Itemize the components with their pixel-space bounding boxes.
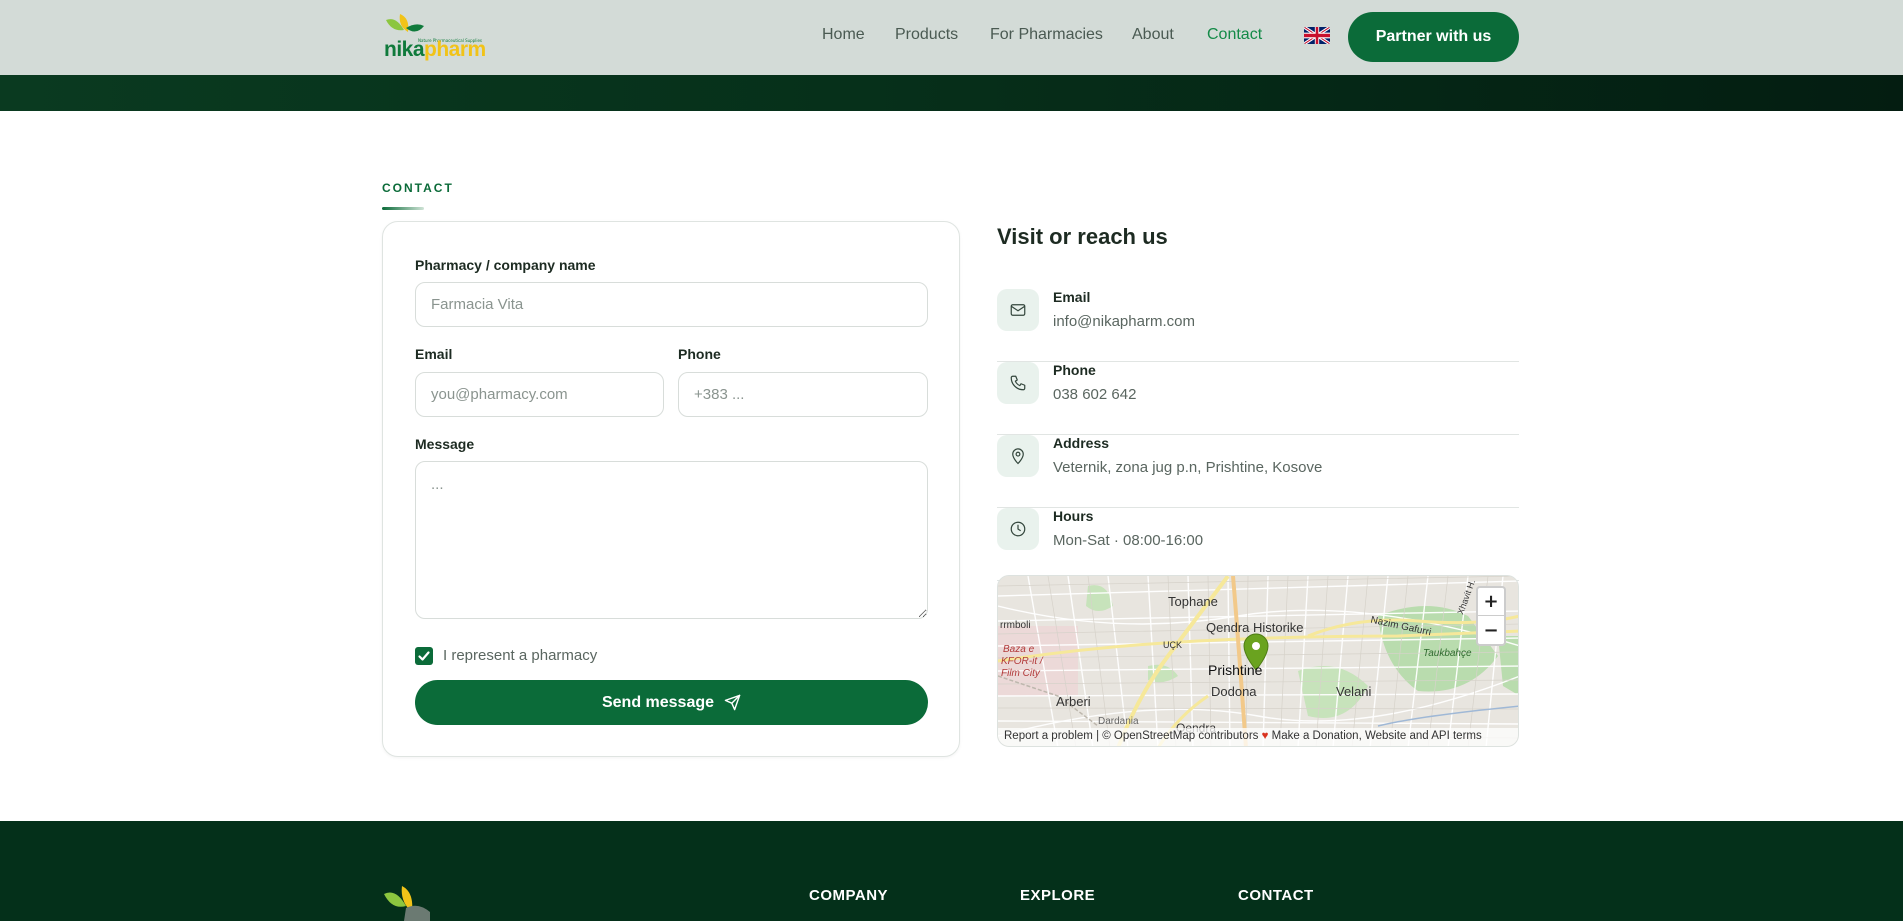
message-textarea[interactable] (415, 461, 928, 619)
checkmark-icon (418, 651, 430, 661)
map-label-kfor: KFOR-it / (1001, 656, 1043, 667)
map-label-taukbahce: Taukbahçe (1423, 648, 1472, 659)
footer-heading-explore: EXPLORE (1020, 887, 1096, 904)
map-label-qendra-historike: Qendra Historike (1206, 620, 1304, 635)
osm-contributors-link[interactable]: © OpenStreetMap contributors (1102, 730, 1258, 742)
company-name-label: Pharmacy / company name (415, 257, 596, 273)
map-label-prishtine: Prishtine (1208, 662, 1263, 678)
map-label-velani: Velani (1336, 684, 1372, 699)
email-input[interactable] (415, 372, 664, 417)
info-value-phone[interactable]: 038 602 642 (1053, 386, 1136, 403)
info-row-email: Email info@nikapharm.com (997, 289, 1519, 362)
send-message-label: Send message (601, 693, 715, 711)
site-footer (0, 821, 1903, 921)
uk-flag-icon[interactable] (1304, 27, 1330, 44)
contact-info-title: Visit or reach us (997, 224, 1168, 249)
pharmacy-checkbox[interactable] (415, 647, 433, 665)
zoom-in-button[interactable]: + (1478, 588, 1504, 616)
map-zoom-controls: + − (1476, 586, 1506, 646)
logo-wordmark: nikapharm (384, 38, 486, 62)
map-label-arberi: Arberi (1056, 694, 1091, 709)
info-label-phone: Phone (1053, 362, 1096, 378)
company-name-input[interactable] (415, 282, 928, 327)
info-value-hours: Mon-Sat · 08:00-16:00 (1053, 532, 1204, 549)
heart-icon: ♥ (1261, 730, 1269, 742)
map-label-baza: Baza e (1003, 644, 1035, 655)
nav-for-pharmacies[interactable]: For Pharmacies (990, 26, 1103, 48)
eyebrow-underline (382, 207, 424, 210)
map-label-film-city: Film City (1001, 668, 1040, 679)
footer-leaf-logo-icon[interactable] (382, 882, 442, 921)
info-label-hours: Hours (1053, 508, 1094, 524)
partner-button[interactable]: Partner with us (1348, 12, 1519, 62)
pharmacy-checkbox-label[interactable]: I represent a pharmacy (443, 647, 597, 664)
info-label-email: Email (1053, 289, 1091, 305)
nav-products[interactable]: Products (895, 26, 958, 48)
nav-contact[interactable]: Contact (1207, 26, 1262, 48)
map-label-uck: UÇK (1163, 640, 1183, 650)
map-label-rrmboli: rrmboli (1000, 620, 1031, 631)
send-message-button[interactable]: Send message (415, 680, 928, 725)
map-label-dodona: Dodona (1211, 684, 1257, 699)
map-label-tophane: Tophane (1168, 594, 1218, 609)
map-attribution: Report a problem | © OpenStreetMap contr… (998, 728, 1518, 746)
api-terms-link[interactable]: Website and API terms (1365, 730, 1482, 742)
brand-logo[interactable]: Nature Pharmaceutical Supplies nikapharm (382, 12, 486, 62)
footer-heading-company: COMPANY (809, 887, 889, 904)
map-label-dardania: Dardania (1098, 716, 1139, 727)
info-label-address: Address (1053, 435, 1110, 451)
donation-link[interactable]: Make a Donation (1272, 730, 1359, 742)
zoom-out-button[interactable]: − (1478, 616, 1504, 644)
phone-label: Phone (678, 346, 721, 362)
logo-wordmark-part1: nika (384, 38, 425, 61)
site-header: Nature Pharmaceutical Supplies nikapharm… (0, 0, 1903, 75)
nav-about[interactable]: About (1132, 26, 1174, 48)
message-label: Message (415, 436, 475, 452)
logo-wordmark-part2: pharm (424, 38, 486, 61)
section-eyebrow: CONTACT (382, 181, 454, 195)
report-problem-link[interactable]: Report a problem (1004, 730, 1093, 742)
attribution-separator: | (1096, 730, 1100, 742)
mail-icon (997, 289, 1039, 331)
email-label: Email (415, 346, 453, 362)
phone-input[interactable] (678, 372, 928, 417)
info-value-email[interactable]: info@nikapharm.com (1053, 313, 1195, 330)
info-row-phone: Phone 038 602 642 (997, 362, 1519, 435)
hero-band (0, 75, 1903, 111)
phone-icon (997, 362, 1039, 404)
location-pin-icon (997, 435, 1039, 477)
send-icon (724, 694, 741, 711)
location-map[interactable]: Tophane Qendra Historike Prishtine Dodon… (997, 575, 1519, 747)
clock-icon (997, 508, 1039, 550)
info-row-address: Address Veternik, zona jug p.n, Prishtin… (997, 435, 1519, 508)
info-value-address: Veternik, zona jug p.n, Prishtine, Kosov… (1053, 459, 1323, 476)
info-row-hours: Hours Mon-Sat · 08:00-16:00 (997, 508, 1519, 581)
nav-home[interactable]: Home (822, 26, 865, 48)
footer-heading-contact: CONTACT (1238, 887, 1314, 904)
